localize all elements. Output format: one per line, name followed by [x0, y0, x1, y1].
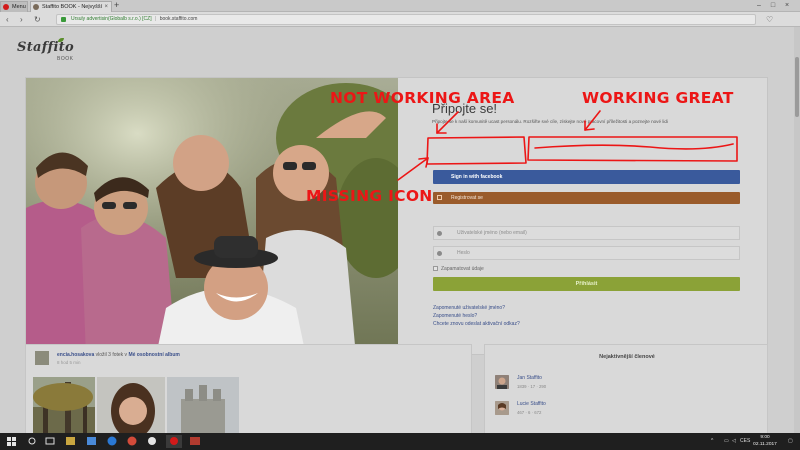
- lock-icon: [61, 17, 66, 22]
- staffito-favicon-icon: [33, 4, 39, 10]
- avatar[interactable]: [495, 375, 509, 389]
- tab-staffito[interactable]: Staffito BOOK - Nejvyšší ×: [30, 1, 112, 12]
- page-scrollbar[interactable]: [794, 27, 800, 433]
- windows-taskbar: ^ ▭ ◁ CES 9:00 02.11.2017 ▢: [0, 433, 800, 450]
- staffito-logo[interactable]: Staffito BOOK: [17, 38, 77, 68]
- feed-photo[interactable]: [167, 377, 239, 433]
- register-icon: [437, 195, 442, 200]
- maximize-icon[interactable]: □: [768, 0, 778, 11]
- user-icon: [437, 231, 442, 236]
- avatar[interactable]: [35, 351, 49, 365]
- tab-menu[interactable]: Menu: [0, 1, 28, 12]
- member-name[interactable]: Lucie Staffito: [517, 401, 546, 407]
- username-field: [433, 226, 740, 240]
- facebook-signin-label: Sign in with facebook: [451, 174, 503, 180]
- edge-icon: [107, 436, 117, 446]
- hero-photo-illustration: [26, 78, 398, 356]
- login-intro: Připojte se k naší komunitě ucast person…: [432, 119, 668, 124]
- forgot-username-link[interactable]: Zapomenuté uživatelské jméno?: [433, 304, 520, 312]
- chrome-icon: [127, 436, 137, 446]
- register-label: Registrovat se: [451, 195, 483, 201]
- back-icon[interactable]: ‹: [6, 14, 9, 25]
- feed-photo-castle: [167, 377, 239, 433]
- taskbar-icons: [7, 435, 200, 448]
- opera-icon: [170, 437, 178, 445]
- feed-photo-portrait: [97, 377, 165, 433]
- feed-photo[interactable]: [33, 377, 95, 433]
- url-domain: book.staffito.com: [159, 16, 198, 22]
- feed-album-link[interactable]: Mé osobnostní album: [128, 352, 179, 358]
- facebook-signin-button[interactable]: Sign in with facebook: [433, 170, 740, 184]
- page-content: Staffito BOOK Připojte se! Připojte se k…: [0, 27, 800, 433]
- resend-activation-link[interactable]: Chcete znovu odeslat aktivační odkaz?: [433, 320, 520, 328]
- taskbar-clock[interactable]: 9:00 02.11.2017: [750, 435, 780, 448]
- feed-photos: [33, 377, 433, 433]
- feed-photo-forest: [33, 377, 95, 433]
- forgot-password-link[interactable]: Zapomenuté heslo?: [433, 312, 520, 320]
- windows-start-icon: [7, 437, 16, 446]
- feed-timestamp: 8 hod 5 min: [57, 360, 81, 365]
- password-input[interactable]: [457, 248, 727, 258]
- list-item[interactable]: Jan Staffito 1839 · 17 · 290: [495, 374, 755, 396]
- password-field: [433, 246, 740, 260]
- url-input[interactable]: Ursuly advertisin(Globalb s.r.o.) [CZ] |…: [56, 14, 756, 25]
- list-item[interactable]: Lucie Staffito 467 · 6 · 672: [495, 400, 755, 422]
- logo-sub: BOOK: [57, 56, 74, 62]
- feed-photo[interactable]: [97, 377, 165, 433]
- member-stats: 467 · 6 · 672: [517, 410, 542, 415]
- minimize-icon[interactable]: –: [754, 0, 764, 11]
- tray-up-icon[interactable]: ^: [711, 433, 713, 450]
- remember-label: Zapamatovat údaje: [441, 266, 484, 272]
- url-separator: |: [154, 16, 157, 22]
- forward-icon[interactable]: ›: [20, 14, 23, 25]
- logo-name: Staffito: [17, 40, 75, 55]
- feed-post-header: encia.hosakova vložil 3 fotek v Mé osobn…: [57, 352, 180, 358]
- search-icon: [28, 437, 36, 445]
- feed-user-link[interactable]: encia.hosakova: [57, 352, 94, 358]
- login-submit-button[interactable]: Přihlásit: [433, 277, 740, 291]
- avatar[interactable]: [495, 401, 509, 415]
- notifications-icon[interactable]: ▢: [788, 433, 793, 450]
- url-secure-label: Ursuly advertisin(Globalb s.r.o.) [CZ]: [71, 16, 152, 22]
- hero-photo: [26, 78, 398, 356]
- annotation-missing-icon: MISSING ICON: [306, 187, 433, 205]
- member-stats: 1839 · 17 · 290: [517, 384, 547, 389]
- register-button[interactable]: Registrovat se: [433, 192, 740, 204]
- volume-icon[interactable]: ◁: [732, 433, 736, 450]
- remember-me[interactable]: Zapamatovat údaje: [433, 266, 484, 272]
- active-members-title: Nejaktivnější členové: [599, 354, 655, 360]
- remember-checkbox[interactable]: [433, 266, 438, 271]
- member-name[interactable]: Jan Staffito: [517, 375, 542, 381]
- username-input[interactable]: [457, 228, 727, 238]
- mail-icon: [87, 437, 96, 445]
- bookmark-heart-icon[interactable]: ♡: [766, 14, 773, 25]
- language-indicator[interactable]: CES: [740, 433, 750, 450]
- activity-feed-card: encia.hosakova vložil 3 fotek v Mé osobn…: [25, 344, 472, 433]
- tab-menu-label: Menu: [12, 4, 26, 10]
- login-panel: Připojte se! Připojte se k naší komunitě…: [25, 77, 768, 356]
- annotation-not-working: NOT WORKING AREA: [330, 89, 515, 107]
- tab-staffito-label: Staffito BOOK - Nejvyšší: [42, 4, 103, 10]
- annotation-working: WORKING GREAT: [582, 89, 734, 107]
- address-bar: ‹ › ↻ Ursuly advertisin(Globalb s.r.o.) …: [0, 12, 800, 27]
- filezilla-icon: [190, 437, 200, 445]
- active-members-card: Nejaktivnější členové Jan Staffito 1839 …: [484, 344, 768, 433]
- close-tab-icon[interactable]: ×: [104, 2, 108, 12]
- help-links: Zapomenuté uživatelské jméno? Zapomenuté…: [433, 304, 520, 328]
- new-tab-button[interactable]: +: [114, 0, 119, 11]
- reload-icon[interactable]: ↻: [34, 14, 41, 25]
- app-icon: [148, 437, 156, 445]
- task-view-icon: [45, 437, 55, 445]
- taskbar-date: 02.11.2017: [753, 441, 777, 447]
- network-icon[interactable]: ▭: [724, 433, 729, 450]
- close-window-icon[interactable]: ×: [782, 0, 792, 11]
- lock-field-icon: [437, 251, 442, 256]
- file-explorer-icon: [66, 437, 75, 445]
- opera-icon: [3, 4, 9, 10]
- feed-action: vložil 3 fotek v: [95, 352, 128, 358]
- scrollbar-thumb[interactable]: [795, 57, 799, 117]
- browser-tab-bar: Menu Staffito BOOK - Nejvyšší × + – □ ×: [0, 0, 800, 12]
